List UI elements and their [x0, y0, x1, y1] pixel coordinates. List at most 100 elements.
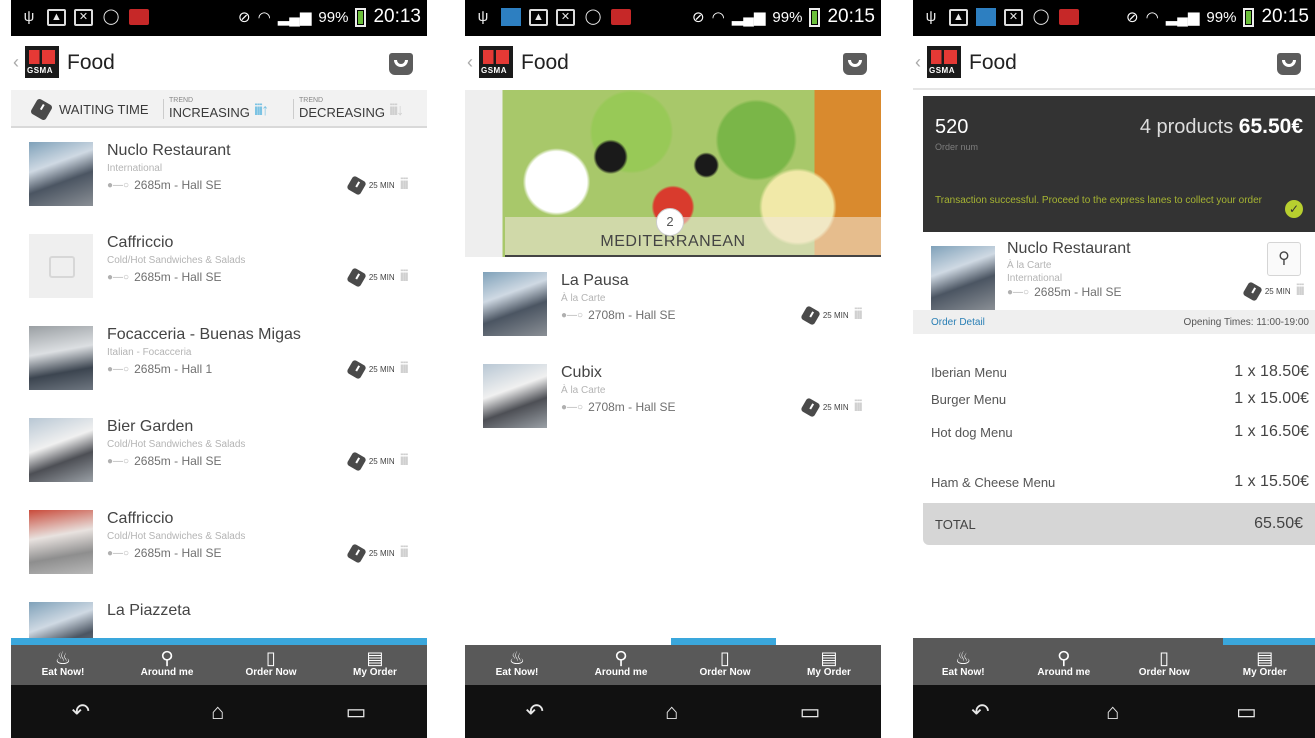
cart-icon[interactable] — [843, 53, 867, 75]
restaurant-photo — [29, 142, 93, 206]
screen-restaurant-list: ψ ▲ ✕ ◯ ⊘ ◠ ▂▄▆ 99% 20:13 ‹ GSMA Food WA… — [11, 0, 427, 738]
screenshot-icon — [976, 8, 996, 26]
recents-icon[interactable]: ▭ — [800, 699, 821, 725]
order-line: Ham & Cheese Menu 1 x 15.50€ — [931, 473, 1309, 490]
wifi-icon: ◠ — [711, 9, 725, 26]
divider — [293, 99, 294, 119]
screen-my-order: ψ ▲ ✕ ◯ ⊘ ◠ ▂▄▆ 99% 20:15 ‹ GSMA Food 52… — [913, 0, 1315, 738]
restaurant-name: Caffriccio — [107, 234, 174, 251]
waiting-time-icon — [1242, 280, 1263, 302]
tab-my-order[interactable]: ▤ My Order — [1215, 645, 1315, 685]
clock-time: 20:13 — [373, 6, 421, 27]
restaurant-category: À la Carte — [561, 293, 606, 304]
back-chevron-icon[interactable]: ‹ — [467, 52, 473, 73]
list-item[interactable]: Focacceria - Buenas Migas Italian - Foca… — [11, 326, 427, 408]
waiting-time-icon — [346, 450, 367, 472]
recents-icon[interactable]: ▭ — [346, 699, 367, 725]
restaurant-name: Nuclo Restaurant — [107, 142, 231, 159]
list-item[interactable]: Bier Garden Cold/Hot Sandwiches & Salads… — [11, 418, 427, 500]
tab-around-me[interactable]: ⚲ Around me — [569, 645, 673, 685]
restaurant-name: La Piazzeta — [107, 602, 191, 619]
order-number-label: Order num — [935, 142, 979, 152]
gsma-logo[interactable]: GSMA — [479, 46, 513, 78]
order-number: 520 — [935, 116, 969, 138]
tab-my-order[interactable]: ▤ My Order — [323, 645, 427, 685]
tab-my-order[interactable]: ▤ My Order — [777, 645, 881, 685]
mute-icon: ⊘ — [1126, 9, 1139, 26]
tab-order-now[interactable]: ▯ Order Now — [219, 645, 323, 685]
restaurant-category: Cold/Hot Sandwiches & Salads — [107, 439, 246, 450]
tab-indicator-bg — [913, 638, 1223, 645]
distance-icon: ●—○ — [107, 363, 130, 375]
restaurant-photo — [29, 602, 93, 638]
tab-indicator — [671, 638, 776, 645]
distance-icon: ●—○ — [561, 401, 584, 413]
list-item[interactable]: Caffriccio Cold/Hot Sandwiches & Salads … — [11, 510, 427, 592]
system-nav-bar: ↶ ⌂ ▭ — [11, 685, 427, 738]
directions-icon[interactable]: ⚲ — [1267, 242, 1301, 276]
gsma-logo[interactable]: GSMA — [25, 46, 59, 78]
order-line: Burger Menu 1 x 15.00€ — [931, 390, 1309, 407]
tab-eat-now[interactable]: ♨ Eat Now! — [913, 645, 1014, 685]
tab-order-now[interactable]: ▯ Order Now — [1114, 645, 1215, 685]
restaurant-location: ●—○ 2685m - Hall SE — [107, 454, 222, 468]
restaurant-name: Caffriccio — [107, 510, 174, 527]
back-icon[interactable]: ↶ — [971, 699, 989, 725]
people-icon: iii — [853, 398, 863, 415]
home-icon[interactable]: ⌂ — [211, 699, 224, 725]
tab-around-me[interactable]: ⚲ Around me — [115, 645, 219, 685]
tab-indicator — [11, 638, 427, 645]
door-icon: ▯ — [720, 648, 730, 668]
cart-icon[interactable] — [389, 53, 413, 75]
page-title: Food — [521, 51, 569, 74]
restaurant-location: ●—○ 2685m - Hall SE — [107, 178, 222, 192]
mail-icon: ✕ — [74, 8, 93, 26]
trend-decreasing: TREND DECREASING iii↓ — [299, 97, 404, 120]
image-icon: ▲ — [47, 8, 66, 26]
whatsapp-icon: ◯ — [102, 8, 120, 25]
restaurant-photo — [29, 510, 93, 574]
category-label: MEDITERRANEAN — [600, 233, 746, 250]
bottom-tab-bar: ♨ Eat Now! ⚲ Around me ▯ Order Now ▤ My Orde… — [913, 645, 1315, 685]
waiting-time-icon — [800, 396, 821, 418]
tab-eat-now[interactable]: ♨ Eat Now! — [11, 645, 115, 685]
trend-increasing: TREND INCREASING iii↑ — [169, 97, 269, 120]
receipt-icon: ▤ — [820, 648, 838, 668]
screenshot-icon — [501, 8, 521, 26]
list-item[interactable]: La Piazzeta — [11, 602, 427, 638]
battery-percent: 99% — [318, 8, 349, 26]
wait-indicator: 25 MIN iii — [346, 450, 409, 472]
restaurant-photo — [483, 364, 547, 428]
tab-order-now[interactable]: ▯ Order Now — [673, 645, 777, 685]
tab-around-me[interactable]: ⚲ Around me — [1014, 645, 1115, 685]
home-icon[interactable]: ⌂ — [665, 699, 678, 725]
back-chevron-icon[interactable]: ‹ — [915, 52, 921, 73]
signal-icon: ▂▄▆ — [277, 9, 312, 26]
waiting-time-icon — [346, 174, 367, 196]
list-item[interactable]: Caffriccio Cold/Hot Sandwiches & Salads … — [11, 234, 427, 316]
mail-icon: ✕ — [556, 8, 575, 26]
people-icon: iii — [399, 544, 409, 561]
order-restaurant[interactable]: Nuclo Restaurant À la Carte Internationa… — [923, 232, 1315, 310]
gsma-app-icon — [1059, 9, 1079, 25]
restaurant-category: Italian - Focacceria — [107, 347, 192, 358]
battery-icon — [355, 7, 367, 27]
back-icon[interactable]: ↶ — [526, 699, 544, 725]
back-chevron-icon[interactable]: ‹ — [13, 52, 19, 73]
signal-icon: ▂▄▆ — [731, 9, 766, 26]
category-hero-image: MEDITERRANEAN 2 — [465, 90, 881, 257]
list-item[interactable]: La Pausa À la Carte ●—○ 2708m - Hall SE 2… — [465, 272, 881, 354]
recents-icon[interactable]: ▭ — [1236, 699, 1257, 725]
back-icon[interactable]: ↶ — [72, 699, 90, 725]
list-item[interactable]: Nuclo Restaurant International ●—○ 2685m … — [11, 142, 427, 224]
home-icon[interactable]: ⌂ — [1106, 699, 1119, 725]
cart-icon[interactable] — [1277, 53, 1301, 75]
tab-eat-now[interactable]: ♨ Eat Now! — [465, 645, 569, 685]
list-item[interactable]: Cubix À la Carte ●—○ 2708m - Hall SE 25 M… — [465, 364, 881, 446]
tab-indicator — [1223, 638, 1315, 645]
gsma-logo[interactable]: GSMA — [927, 46, 961, 78]
people-icon: iii — [399, 268, 409, 285]
total-value: 65.50€ — [1254, 515, 1303, 532]
whatsapp-icon: ◯ — [584, 8, 602, 25]
action-bar: ‹ GSMA Food — [913, 36, 1315, 88]
